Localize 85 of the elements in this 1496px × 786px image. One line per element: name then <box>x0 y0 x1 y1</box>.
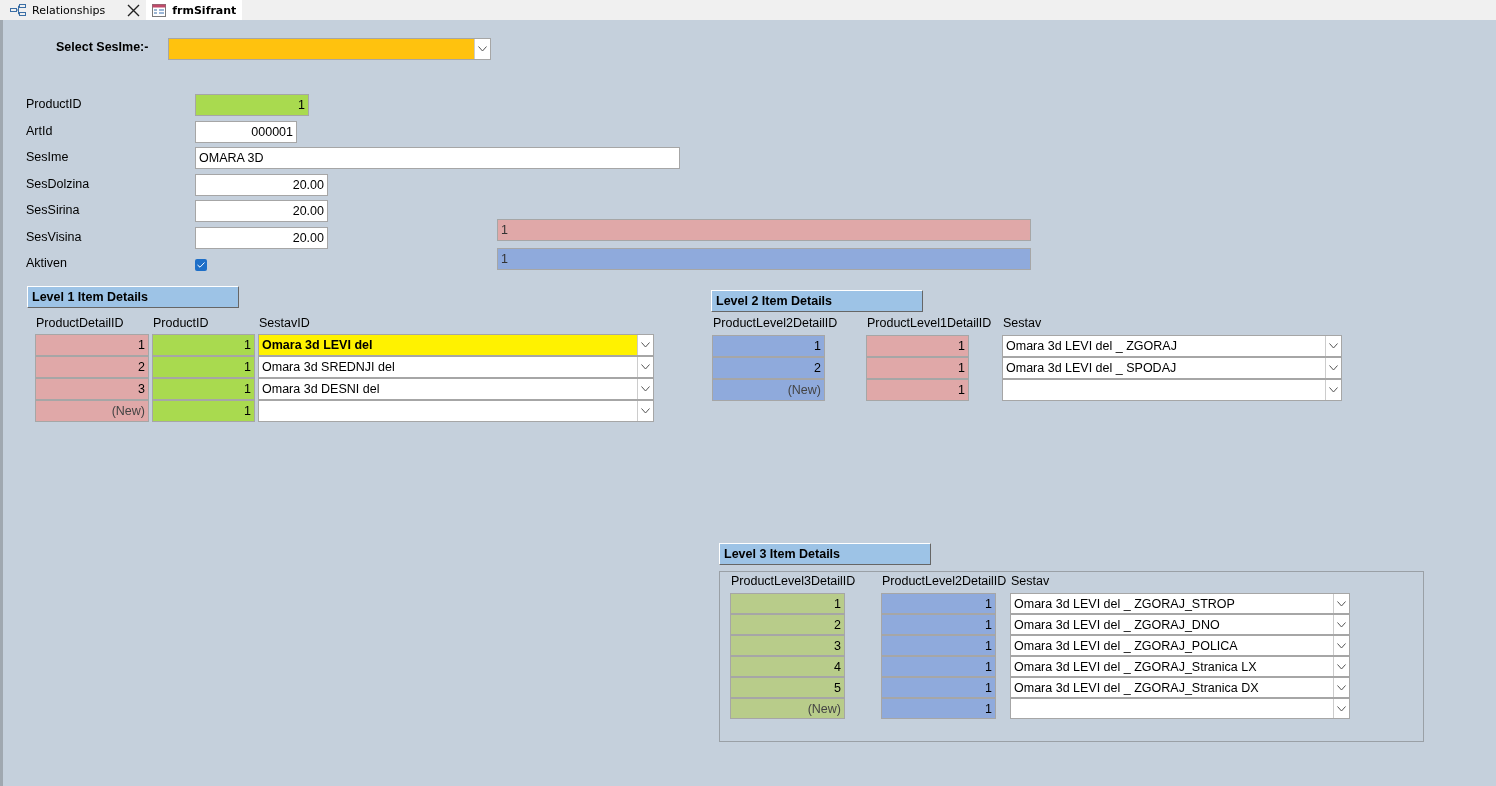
text-box[interactable]: 1 <box>195 94 309 116</box>
combo-box[interactable]: Omara 3d LEVI del _ ZGORAJ_STROP <box>1010 593 1350 614</box>
section-header-button[interactable]: Level 3 Item Details <box>719 543 931 565</box>
table-cell: 1 <box>881 614 996 635</box>
dropdown-caret-icon[interactable] <box>641 342 650 348</box>
table-cell: 2 <box>730 614 845 635</box>
text-box[interactable]: OMARA 3D <box>195 147 680 169</box>
field-label: SesVisina <box>26 229 82 244</box>
combo-box[interactable]: Omara 3d DESNI del <box>258 378 654 400</box>
dropdown-caret-icon[interactable] <box>641 386 650 392</box>
dropdown-caret-icon[interactable] <box>1329 365 1338 371</box>
field-label: SesDolzina <box>26 176 90 191</box>
field-label: SesIme <box>26 150 69 164</box>
field-label: ArtId <box>26 123 53 138</box>
relationships-icon <box>10 4 26 16</box>
table-cell: 4 <box>730 656 845 677</box>
column-header: ProductLevel2DetailID <box>882 574 1007 588</box>
dropdown-caret-icon[interactable] <box>1337 705 1346 712</box>
text-box[interactable]: 000001 <box>195 120 297 143</box>
combo-box[interactable]: Omara 3d LEVI del <box>258 334 654 356</box>
dropdown-caret-icon[interactable] <box>1337 642 1346 649</box>
column-header: Sestav <box>1003 316 1042 330</box>
field-label: Aktiven <box>26 256 67 270</box>
dropdown-caret-icon[interactable] <box>1329 343 1338 349</box>
table-cell: 1 <box>152 378 255 400</box>
column-header: SestavID <box>259 316 310 330</box>
tab-label: Relationships <box>32 3 106 17</box>
dropdown-caret-icon[interactable] <box>641 408 650 414</box>
table-cell: (New) <box>730 698 845 719</box>
text-box[interactable]: 1 <box>497 219 1031 241</box>
document-tab[interactable]: frmSifrant <box>146 0 243 20</box>
column-header: ProductLevel2DetailID <box>713 316 838 330</box>
table-cell: 1 <box>152 356 255 378</box>
table-cell: 1 <box>881 698 996 719</box>
dropdown-caret-icon[interactable] <box>1337 684 1346 691</box>
text-box[interactable]: 20.00 <box>195 200 328 222</box>
column-header: ProductLevel1DetailID <box>867 316 992 330</box>
checkbox[interactable] <box>195 259 207 271</box>
text-box[interactable]: 20.00 <box>195 226 328 249</box>
table-cell: 3 <box>35 378 149 400</box>
combo-box[interactable]: Omara 3d LEVI del _ ZGORAJ_POLICA <box>1010 635 1350 656</box>
field-label: ProductID <box>26 97 82 111</box>
column-header: ProductDetailID <box>36 316 124 330</box>
combo-box[interactable]: Omara 3d LEVI del _ ZGORAJ <box>1002 335 1342 357</box>
table-cell: (New) <box>35 400 149 422</box>
dropdown-caret-icon[interactable] <box>1337 663 1346 670</box>
table-cell: 1 <box>152 400 255 422</box>
table-cell: 1 <box>35 334 149 356</box>
text-box[interactable]: 20.00 <box>195 173 328 196</box>
table-cell: 1 <box>730 593 845 614</box>
combo-box[interactable]: Omara 3d LEVI del _ SPODAJ <box>1002 357 1342 379</box>
close-icon[interactable] <box>127 3 141 17</box>
section-header-button[interactable]: Level 2 Item Details <box>711 290 923 312</box>
table-cell: (New) <box>712 379 825 401</box>
table-cell: 1 <box>712 335 825 357</box>
form-icon <box>152 3 167 17</box>
table-cell: 1 <box>152 334 255 356</box>
combo-box[interactable]: Omara 3d SREDNJI del <box>258 356 654 378</box>
combo-box[interactable]: Omara 3d LEVI del _ ZGORAJ_Stranica LX <box>1010 656 1350 677</box>
table-cell: 1 <box>881 656 996 677</box>
table-cell: 1 <box>866 379 969 401</box>
table-cell: 1 <box>866 335 969 357</box>
field-label: Select SesIme:- <box>56 40 149 54</box>
column-header: ProductLevel3DetailID <box>731 574 856 588</box>
table-cell: 5 <box>730 677 845 698</box>
tab-label: frmSifrant <box>172 3 237 17</box>
dropdown-caret-icon[interactable] <box>478 46 487 52</box>
table-cell: 2 <box>712 357 825 379</box>
table-cell: 1 <box>866 357 969 379</box>
combo-box[interactable]: Omara 3d LEVI del _ ZGORAJ_DNO <box>1010 614 1350 635</box>
table-cell: 1 <box>881 593 996 614</box>
table-cell: 1 <box>881 635 996 656</box>
field-label: SesSirina <box>26 203 80 217</box>
dropdown-caret-icon[interactable] <box>1337 621 1346 628</box>
section-header-button[interactable]: Level 1 Item Details <box>27 286 239 308</box>
dropdown-caret-icon[interactable] <box>1329 387 1338 393</box>
table-cell: 1 <box>881 677 996 698</box>
dropdown-caret-icon[interactable] <box>1337 600 1346 607</box>
column-header: Sestav <box>1011 574 1050 588</box>
text-box[interactable]: 1 <box>497 248 1031 270</box>
table-cell: 2 <box>35 356 149 378</box>
dropdown-caret-icon[interactable] <box>641 364 650 370</box>
column-header: ProductID <box>153 316 209 330</box>
combo-box[interactable]: Omara 3d LEVI del _ ZGORAJ_Stranica DX <box>1010 677 1350 698</box>
table-cell: 3 <box>730 635 845 656</box>
